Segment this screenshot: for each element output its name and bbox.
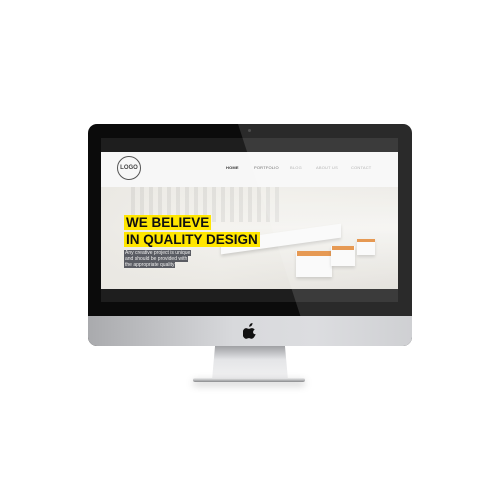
nav-home[interactable]: HOME bbox=[226, 165, 239, 170]
hero-headline-row-1: WE BELIEVE bbox=[124, 214, 212, 232]
hero-headline-line-1: WE BELIEVE bbox=[124, 215, 212, 230]
hero-headline-row-2: IN QUALITY DESIGN bbox=[124, 231, 260, 249]
monitor-chin bbox=[88, 316, 412, 346]
hero-headline-line-2: IN QUALITY DESIGN bbox=[124, 232, 260, 247]
apple-logo-icon bbox=[243, 323, 256, 339]
monitor-stand-base bbox=[193, 378, 305, 382]
monitor-stand bbox=[212, 346, 288, 380]
site-logo[interactable]: LOGO bbox=[117, 156, 141, 180]
imac-monitor: LOGO HOME PORTFOLIO BLOG ABOUT US CONTAC… bbox=[88, 124, 412, 346]
hero-body-line-3: the appropriate quality bbox=[124, 262, 176, 268]
hero-body: Any creative project is unique and shoul… bbox=[124, 250, 204, 268]
